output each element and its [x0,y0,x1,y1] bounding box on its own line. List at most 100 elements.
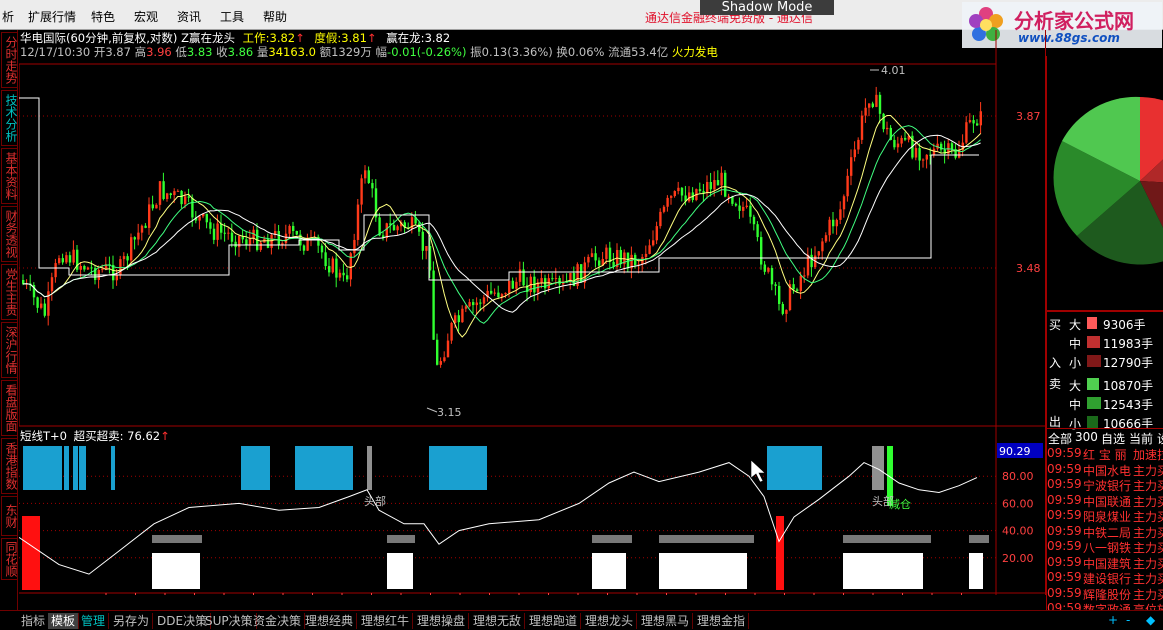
candle-body [360,178,363,205]
candle-body [749,205,752,217]
bottom-tab-13[interactable]: 理想龙头 [582,613,638,629]
ticker-row[interactable]: 09:59中国水电主力买 [1047,462,1163,479]
candle-body [169,193,172,196]
bottom-tab-9[interactable]: 理想红牛 [358,613,414,629]
menu-item-features[interactable]: 特色 [91,8,115,25]
kline-chart[interactable]: 3.87 3.48 4.01 3.15 80.00 60.00 40.00 20.00 90.2… [19,30,1046,595]
candle-body [968,120,972,123]
candle-body [54,263,57,278]
candle-body [882,113,885,130]
bottom-tab-11[interactable]: 理想无敌 [470,613,526,629]
ticker-row[interactable]: 09:59中国建筑主力买 [1047,555,1163,572]
indicator-tick-label: 40.00 [1002,525,1034,538]
ticker-row[interactable]: 09:59中国联通主力买 [1047,493,1163,510]
settings-button[interactable]: ◆ [1146,613,1155,627]
left-tab-9[interactable]: 东财10 [1,496,18,536]
ticker-tab-current[interactable]: 当前 [1129,430,1153,447]
candle-body [320,245,324,253]
menu-item-extended-quotes[interactable]: 扩展行情 [28,8,76,25]
menu-item-help[interactable]: 帮助 [263,8,287,25]
ticker-tab-all[interactable]: 全部 [1048,430,1072,447]
candle-body [443,357,446,362]
bottom-tab-15[interactable]: 理想金指 [694,613,750,629]
price-tick-label: 3.48 [1016,262,1041,275]
left-tab-6[interactable]: 深沪行情 [1,322,18,378]
candle-body [662,206,666,212]
left-tab-4[interactable]: 财务透视 [1,206,18,262]
candle-body [223,232,226,234]
ticker-row[interactable]: 09:59八一钢铁主力买 [1047,539,1163,556]
ticker-tab-300[interactable]: 300 [1075,430,1098,444]
ticker-message: 主力买 [1133,463,1163,478]
left-tab-8[interactable]: 香港指数 [1,438,18,494]
candle-body [338,272,342,278]
bottom-tab-4[interactable]: 另存为 [110,613,154,629]
candle-body [515,281,518,289]
amplitude-value: 0.13(3.36%) [481,45,553,59]
left-tab-10[interactable]: 同花顺 [1,538,18,580]
ticker-row[interactable]: 09:59红 宝 丽加速拉 [1047,446,1163,463]
ticker-time: 09:59 [1047,523,1082,538]
candle-body [425,246,428,251]
ticker-tab-settings[interactable]: 设 [1157,430,1163,447]
bottom-tab-12[interactable]: 理想跑道 [526,613,582,629]
ticker-row[interactable]: 09:59中铁二局主力买 [1047,524,1163,541]
candle-body [904,137,907,140]
candle-body [720,172,723,186]
bottom-tab-6[interactable]: SUP决策 [202,613,257,629]
ticker-row[interactable]: 09:59建设银行主力买 [1047,570,1163,587]
candle-body [331,258,334,273]
menu-item-analysis[interactable]: 析 [2,8,14,25]
ticker-tab-watchlist[interactable]: 自选 [1101,430,1125,447]
menu-item-macro[interactable]: 宏观 [134,8,158,25]
candle-body [173,191,176,196]
left-tab-5[interactable]: 党生主贵 [1,264,18,320]
candle-body [680,187,684,196]
left-tab-7[interactable]: 看盘版面 [1,380,18,436]
quote-datetime: 12/17/10:30 [20,45,91,59]
oversold-block [776,516,784,590]
menu-item-news[interactable]: 资讯 [177,8,201,25]
ticker-row[interactable]: 09:59辉隆股份主力买 [1047,586,1163,603]
bottom-tab-2[interactable]: 模板 [48,613,80,629]
zoom-out-button[interactable]: - [1126,613,1130,627]
menu-item-tools[interactable]: 工具 [220,8,244,25]
bottom-tab-3[interactable]: 管理 [78,613,110,629]
bottom-tab-7[interactable]: 资金决策 [250,613,306,629]
ticker-stock-name: 宁波银行 [1083,479,1132,493]
left-tab-1[interactable]: 分时走势 [1,32,18,88]
bottom-tab-bar: 指标 模板 管理 另存为 DDE决策 SUP决策 资金决策 理想经典 理想红牛 理想操盘 理想无敌理… [0,610,1163,630]
bottom-tab-10[interactable]: 理想操盘 [414,613,470,629]
candle-body [166,193,169,199]
ticker-row[interactable]: 09:59阳泉煤业主力买 [1047,508,1163,525]
bottom-tab-8[interactable]: 理想经典 [302,613,358,629]
ticker-stock-name: 中国联通 [1083,494,1132,509]
candle-body [598,260,601,266]
ticker-time: 09:59 [1047,508,1082,522]
overbought-block [23,446,62,490]
candle-body [673,191,676,197]
zoom-in-button[interactable]: + [1108,613,1118,627]
bottom-tab-1[interactable]: 指标 [18,613,50,629]
left-tab-3[interactable]: 基本资料 [1,148,18,204]
candle-body [234,241,237,248]
candle-body [932,148,936,156]
candle-body [709,182,712,190]
candle-body [734,203,738,206]
candle-body [508,280,511,293]
bottom-tab-14[interactable]: 理想黑马 [638,613,694,629]
candle-body [421,231,424,251]
industry-tag: 火力发电 [671,45,718,59]
left-tab-2[interactable]: 技术分析 [1,90,18,146]
app-window: { "menu":{"items":["析","扩展行情","特色","宏观",… [0,0,1163,630]
candle-body [158,181,162,205]
candle-body [554,278,558,280]
candle-body [259,242,262,250]
ticker-row[interactable]: 09:59宁波银行主力买 [1047,477,1163,494]
close-value: 3.86 [227,45,254,59]
candle-body [353,239,356,254]
candle-body [209,222,212,229]
flow-size-label: 中 [1069,398,1082,412]
candle-body [342,272,345,276]
candle-body [126,256,129,261]
